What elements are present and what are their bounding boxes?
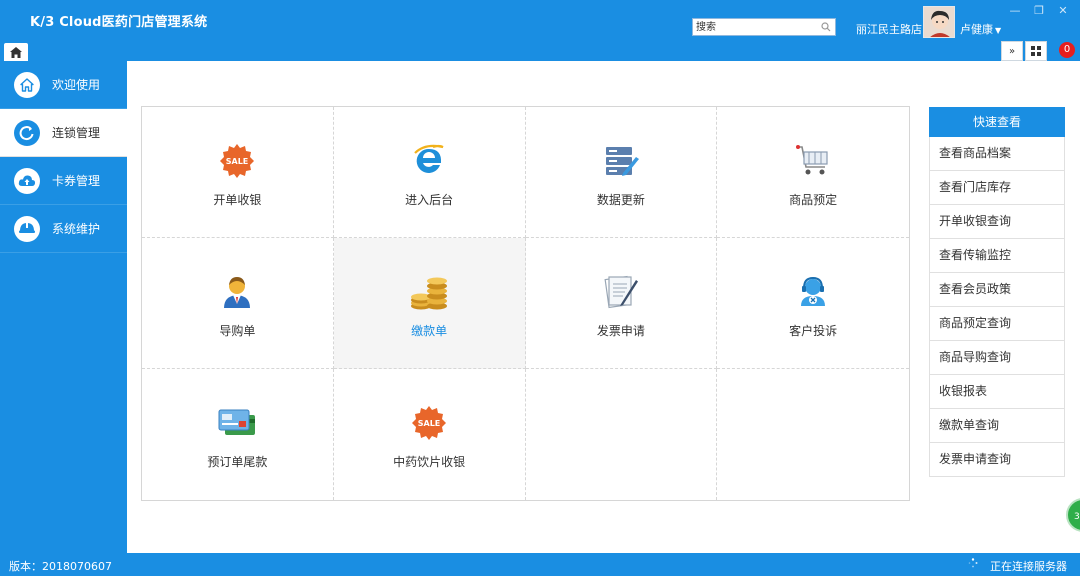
sale-tag-icon: SALE — [409, 403, 449, 443]
shopping-cart-icon — [793, 141, 833, 181]
store-name: 丽江民主路店 — [856, 23, 922, 36]
cloud-upload-icon — [14, 167, 40, 194]
sidebar-item-chain-management[interactable]: 连锁管理 — [0, 109, 127, 157]
grid-item-label: 发票申请 — [596, 323, 645, 338]
grid-empty-cell — [526, 369, 718, 500]
server-edit-icon — [601, 141, 641, 181]
restore-icon[interactable]: ❐ — [1032, 4, 1046, 17]
title-bar: K/3 Cloud医药门店管理系统 丽江民主路店 卢健康▼ — ❐ ✕ — [0, 0, 1080, 61]
grid-item-label: 客户投诉 — [789, 323, 838, 338]
sidebar-item-card-coupon[interactable]: 卡券管理 — [0, 157, 127, 205]
home-icon — [10, 46, 22, 58]
function-grid: SALE 开单收银 进入后台 数据更新 商品预定 导购单 缴款单 发票申请 客户… — [141, 106, 910, 501]
quick-link[interactable]: 收银报表 — [929, 375, 1065, 409]
search-icon[interactable] — [821, 22, 831, 32]
double-chevron-down-icon: » — [1008, 45, 1016, 57]
quick-link[interactable]: 查看会员政策 — [929, 273, 1065, 307]
sale-tag-icon: SALE — [217, 141, 257, 181]
maintenance-icon — [14, 215, 40, 242]
quick-link[interactable]: 开单收银查询 — [929, 205, 1065, 239]
close-icon[interactable]: ✕ — [1056, 4, 1070, 17]
home-tab[interactable] — [4, 43, 28, 61]
expand-all-button[interactable]: » — [1001, 41, 1023, 61]
app-title: K/3 Cloud医药门店管理系统 — [30, 15, 208, 30]
quick-link[interactable]: 发票申请查询 — [929, 443, 1065, 477]
grid-view-button[interactable] — [1025, 41, 1047, 61]
sidebar-item-label: 欢迎使用 — [52, 78, 101, 92]
loading-spinner-icon — [968, 558, 978, 568]
grid-item-label: 开单收银 — [213, 192, 262, 207]
grid-item-sales-guide[interactable]: 导购单 — [142, 238, 334, 369]
customer-service-icon — [793, 272, 833, 312]
quick-link[interactable]: 查看商品档案 — [929, 137, 1065, 171]
quick-view-panel: 快速查看 查看商品档案 查看门店库存 开单收银查询 查看传输监控 查看会员政策 … — [929, 107, 1065, 477]
grid-item-reservation-balance[interactable]: 预订单尾款 — [142, 369, 334, 500]
quick-link[interactable]: 查看传输监控 — [929, 239, 1065, 273]
sidebar-item-system-maintenance[interactable]: 系统维护 — [0, 205, 127, 253]
username-label: 卢健康 — [960, 23, 993, 36]
quick-link[interactable]: 缴款单查询 — [929, 409, 1065, 443]
invoice-pen-icon — [601, 272, 641, 312]
grid-item-customer-complaint[interactable]: 客户投诉 — [717, 238, 909, 369]
grid-item-product-reserve[interactable]: 商品预定 — [717, 107, 909, 238]
grid-item-herbal-checkout[interactable]: SALE 中药饮片收银 — [334, 369, 526, 500]
grid-item-label: 进入后台 — [405, 192, 454, 207]
status-bar: 版本：2018070607 正在连接服务器 — [0, 553, 1080, 576]
grid-item-label: 预订单尾款 — [207, 455, 268, 469]
grid-item-label: 导购单 — [219, 323, 256, 338]
salesperson-icon — [217, 272, 257, 312]
grid-item-invoice-request[interactable]: 发票申请 — [525, 238, 718, 369]
search-input[interactable] — [693, 19, 813, 36]
grid-item-payment-slip[interactable]: 缴款单 — [333, 238, 526, 369]
sidebar-item-label: 连锁管理 — [52, 126, 101, 140]
quick-link[interactable]: 商品预定查询 — [929, 307, 1065, 341]
quick-link[interactable]: 查看门店库存 — [929, 171, 1065, 205]
quick-view-title: 快速查看 — [929, 107, 1065, 137]
coins-icon — [409, 272, 449, 312]
grid-item-enter-backend[interactable]: 进入后台 — [333, 107, 526, 238]
app-window: K/3 Cloud医药门店管理系统 丽江民主路店 卢健康▼ — ❐ ✕ — [0, 0, 1080, 576]
avatar[interactable] — [923, 6, 955, 38]
grid-item-label: 中药饮片收银 — [393, 455, 466, 469]
chain-icon — [14, 119, 40, 146]
sidebar: 欢迎使用 连锁管理 卡券管理 系统维护 — [0, 61, 127, 553]
connection-status: 正在连接服务器 — [990, 560, 1067, 573]
grid-item-checkout[interactable]: SALE 开单收银 — [142, 107, 334, 238]
version-label: 版本：2018070607 — [9, 560, 112, 573]
grid-item-label: 数据更新 — [596, 192, 645, 207]
ie-browser-icon — [409, 141, 449, 181]
sidebar-item-label: 系统维护 — [52, 222, 101, 236]
quick-link[interactable]: 商品导购查询 — [929, 341, 1065, 375]
chevron-down-icon: ▼ — [995, 26, 1002, 35]
svg-text:SALE: SALE — [226, 157, 249, 166]
grid-empty-cell — [717, 369, 909, 500]
grid-icon — [1031, 46, 1041, 56]
search-box[interactable] — [692, 18, 836, 36]
sidebar-item-welcome[interactable]: 欢迎使用 — [0, 61, 127, 109]
svg-text:SALE: SALE — [418, 419, 441, 428]
grid-item-data-update[interactable]: 数据更新 — [525, 107, 718, 238]
floating-assistant-button[interactable]: 38 — [1066, 498, 1080, 532]
grid-item-label: 缴款单 — [411, 323, 448, 338]
grid-item-label: 商品预定 — [789, 192, 838, 207]
minimize-icon[interactable]: — — [1008, 4, 1022, 17]
notification-badge[interactable]: 0 — [1059, 42, 1075, 58]
user-avatar-icon — [924, 7, 954, 37]
sidebar-item-label: 卡券管理 — [52, 174, 101, 188]
home-icon — [14, 71, 40, 98]
user-menu[interactable]: 卢健康 ▼ — [960, 21, 1001, 37]
credit-cards-icon — [217, 403, 257, 443]
